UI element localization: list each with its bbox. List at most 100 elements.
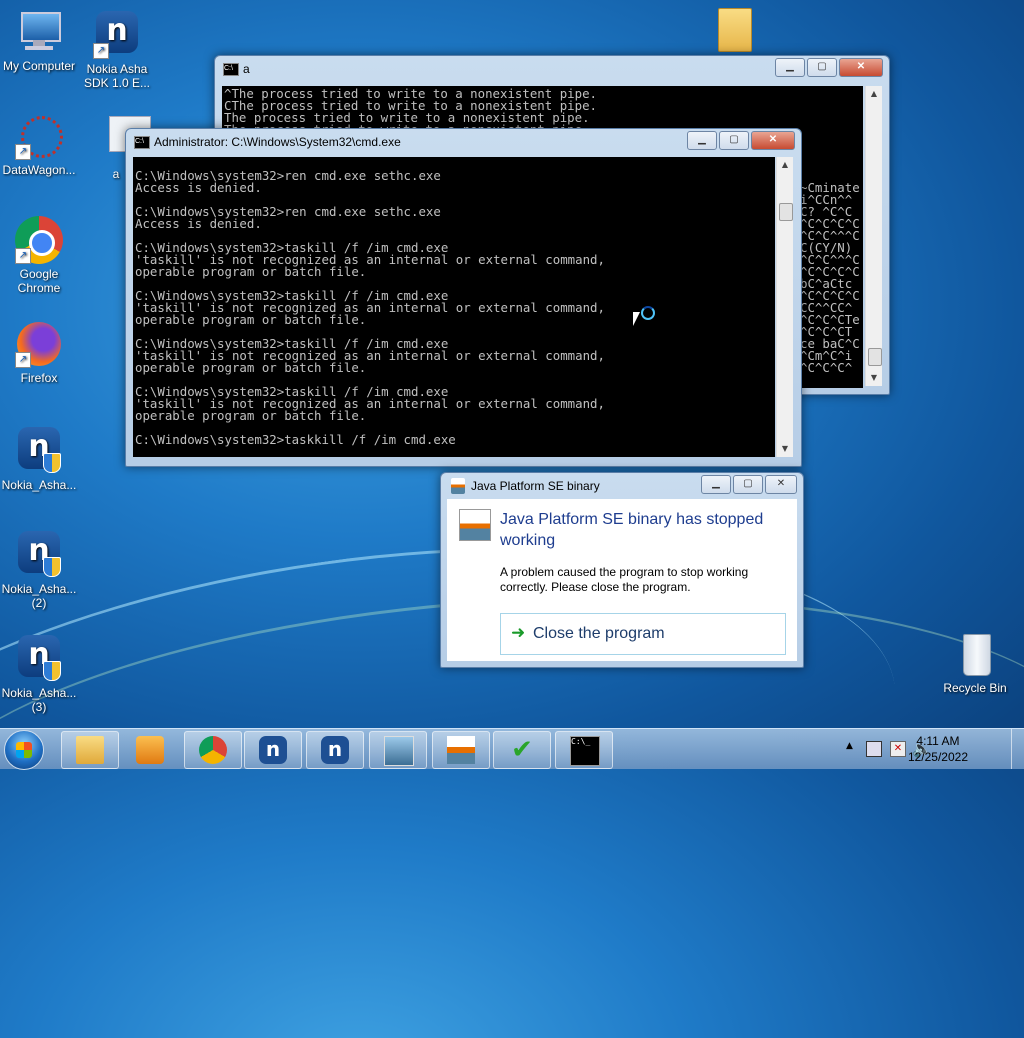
scroll-thumb[interactable] — [779, 203, 793, 221]
close-button[interactable]: ✕ — [839, 58, 883, 77]
taskbar-explorer[interactable] — [61, 731, 119, 769]
show-desktop-button[interactable] — [1011, 729, 1024, 769]
desktop-icon-label: Nokia Asha SDK 1.0 E... — [83, 62, 151, 90]
taskbar: n n ✔ C:\_ ▲ ✕ 🔈 4:11 AM 12/25/2022 — [0, 728, 1024, 770]
vertical-scrollbar[interactable]: ▲ ▼ — [865, 86, 882, 386]
title-bar[interactable]: Java Platform SE binary ▁ ▢ ✕ — [441, 473, 803, 499]
desktop-icon-datawagon[interactable]: ↗ DataWagon... — [0, 112, 78, 177]
maximize-button[interactable]: ▢ — [719, 131, 749, 150]
console-line: operable program or batch file. — [135, 408, 367, 423]
taskbar-nokia-asha-2[interactable]: n — [306, 731, 364, 769]
datawagon-icon: ↗ — [15, 112, 63, 160]
error-dialog[interactable]: Java Platform SE binary ▁ ▢ ✕ Java Platf… — [440, 472, 804, 668]
firefox-icon: ↗ — [15, 320, 63, 368]
shortcut-arrow-icon: ↗ — [15, 352, 31, 368]
maximize-button[interactable]: ▢ — [807, 58, 837, 77]
console-window-admin-cmd[interactable]: C:\ Administrator: C:\Windows\System32\c… — [125, 128, 802, 467]
maximize-button[interactable]: ▢ — [733, 475, 763, 494]
console-line: C:\Windows\system32>taskkill /f /im cmd.… — [135, 432, 456, 447]
taskbar-cmd[interactable]: C:\_ — [555, 731, 613, 769]
console-line: operable program or batch file. — [135, 312, 367, 327]
windows-logo-icon — [16, 742, 32, 758]
close-button[interactable]: ✕ — [765, 475, 797, 494]
console-line: Access is denied. — [135, 216, 262, 231]
java-icon — [447, 736, 475, 764]
java-icon — [459, 509, 491, 541]
desktop-icon-my-computer[interactable]: My Computer — [0, 8, 78, 73]
taskbar-media-player[interactable] — [121, 731, 179, 769]
desktop-icon-label: Nokia_Asha... (3) — [1, 686, 77, 714]
action-center-icon[interactable]: ✕ — [890, 741, 906, 757]
minimize-button[interactable]: ▁ — [687, 131, 717, 150]
window-title: a — [243, 62, 250, 76]
uac-shield-icon — [43, 453, 61, 473]
console-output: C:\Windows\system32>ren cmd.exe sethc.ex… — [133, 157, 775, 457]
title-bar[interactable]: C:\ a ▁ ▢ ✕ — [215, 56, 889, 82]
checkmark-icon: ✔ — [511, 735, 533, 765]
image-viewer-icon — [384, 736, 414, 766]
taskbar-java[interactable] — [432, 731, 490, 769]
close-program-label: Close the program — [533, 625, 665, 642]
dialog-heading: Java Platform SE binary has stopped work… — [500, 511, 764, 549]
start-button[interactable] — [4, 730, 44, 770]
media-player-icon — [136, 736, 164, 764]
desktop-icon-label: Nokia_Asha... (2) — [1, 582, 77, 610]
scroll-up-icon[interactable]: ▲ — [866, 86, 882, 102]
recycle-bin-icon — [951, 630, 999, 678]
vertical-scrollbar[interactable]: ▲ ▼ — [776, 157, 793, 457]
clock-time: 4:11 AM — [916, 734, 960, 748]
shortcut-arrow-icon: ↗ — [15, 144, 31, 160]
scroll-down-icon[interactable]: ▼ — [866, 370, 882, 386]
taskbar-task-scheduler[interactable]: ✔ — [493, 731, 551, 769]
desktop-icon-label: a — [112, 167, 120, 181]
desktop-icon-label: My Computer — [2, 59, 76, 73]
show-hidden-icons-icon[interactable]: ▲ — [846, 741, 853, 751]
cmd-icon: C:\ — [134, 136, 150, 149]
cmd-icon: C:\ — [223, 63, 239, 76]
taskbar-image-viewer[interactable] — [369, 731, 427, 769]
window-title: Administrator: C:\Windows\System32\cmd.e… — [154, 135, 401, 149]
java-icon — [451, 478, 465, 494]
scroll-down-icon[interactable]: ▼ — [777, 441, 793, 457]
folder-icon[interactable] — [718, 8, 752, 52]
folder-icon — [76, 736, 104, 764]
uac-shield-icon — [43, 661, 61, 681]
desktop-icon-nokia-asha-2[interactable]: n Nokia_Asha... (2) — [0, 528, 78, 610]
desktop-icon-recycle-bin[interactable]: Recycle Bin — [936, 630, 1014, 695]
title-bar[interactable]: C:\ Administrator: C:\Windows\System32\c… — [126, 129, 801, 155]
desktop-icon-nokia-asha-1[interactable]: n Nokia_Asha... — [0, 424, 78, 492]
desktop-icon-firefox[interactable]: ↗ Firefox — [0, 320, 78, 385]
desktop-icon-google-chrome[interactable]: ↗ Google Chrome — [0, 216, 78, 295]
minimize-button[interactable]: ▁ — [701, 475, 731, 494]
console-line: operable program or batch file. — [135, 360, 367, 375]
green-arrow-icon: ➜ — [511, 623, 526, 642]
system-clock[interactable]: 4:11 AM 12/25/2022 — [908, 733, 968, 765]
close-program-button[interactable]: ➜ Close the program — [500, 613, 786, 655]
clock-date: 12/25/2022 — [907, 750, 968, 764]
window-title: Java Platform SE binary — [471, 479, 600, 493]
nokia-n-icon: n — [321, 736, 349, 764]
scroll-up-icon[interactable]: ▲ — [777, 157, 793, 173]
uac-shield-icon — [43, 557, 61, 577]
desktop-icon-nokia-asha-3[interactable]: n Nokia_Asha... (3) — [0, 632, 78, 714]
computer-icon — [15, 8, 63, 56]
minimize-button[interactable]: ▁ — [775, 58, 805, 77]
loading-spinner-icon — [641, 306, 655, 320]
console-line: Access is denied. — [135, 180, 262, 195]
console-line: ^C^C^C^ — [800, 360, 853, 375]
chrome-icon — [199, 736, 227, 764]
desktop-icon-label: Recycle Bin — [943, 681, 1007, 695]
network-icon[interactable] — [866, 741, 882, 757]
console-line: operable program or batch file. — [135, 264, 367, 279]
cmd-icon: C:\_ — [570, 736, 600, 766]
desktop-icon-nokia-asha-sdk[interactable]: n ↗ Nokia Asha SDK 1.0 E... — [78, 8, 156, 90]
close-button[interactable]: ✕ — [751, 131, 795, 150]
shortcut-arrow-icon: ↗ — [15, 248, 31, 264]
taskbar-nokia-asha-1[interactable]: n — [244, 731, 302, 769]
scroll-thumb[interactable] — [868, 348, 882, 366]
taskbar-chrome[interactable] — [184, 731, 242, 769]
nokia-n-icon: n — [259, 736, 287, 764]
shortcut-arrow-icon: ↗ — [93, 43, 109, 59]
desktop-icon-label: DataWagon... — [2, 163, 76, 177]
desktop-icon-label: Nokia_Asha... — [1, 478, 77, 492]
